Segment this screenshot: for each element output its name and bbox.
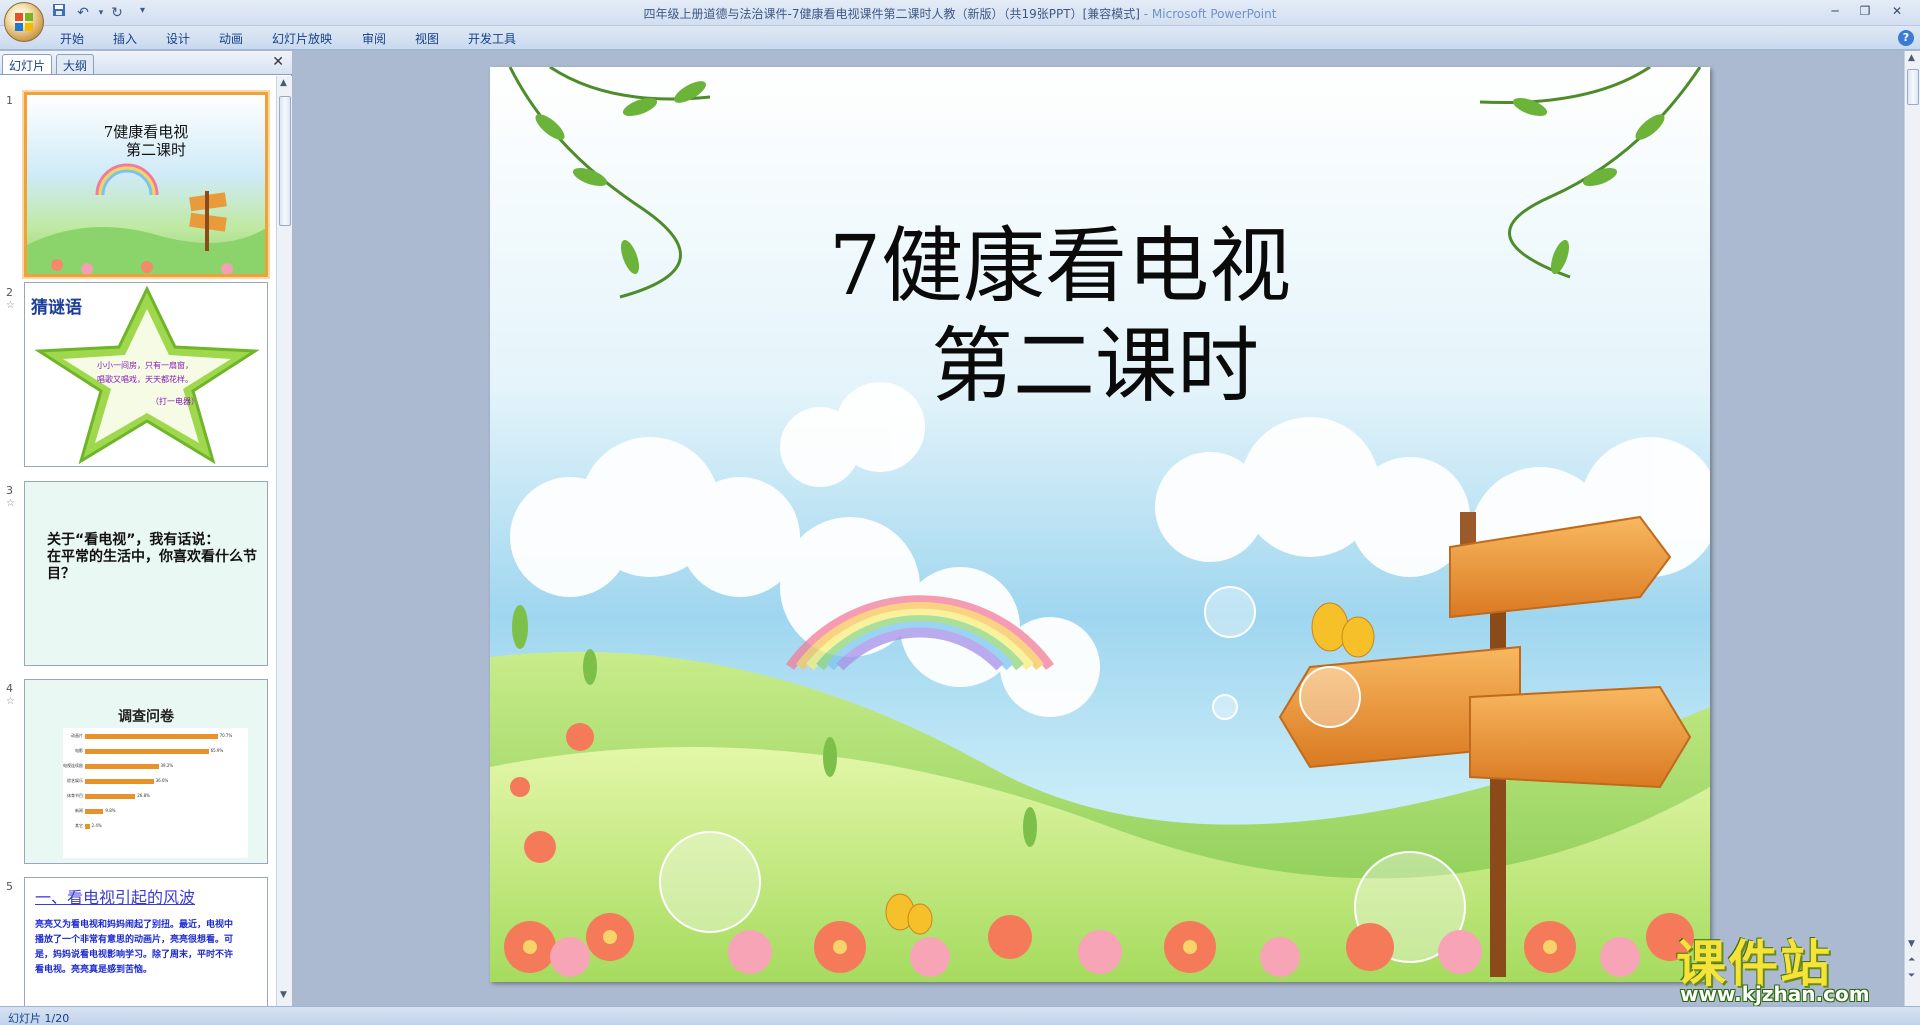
slide-number: 4 — [6, 682, 13, 695]
restore-icon[interactable]: ❐ — [1852, 2, 1878, 20]
chart-bar — [85, 734, 218, 739]
chart-bar — [85, 749, 209, 754]
tab-view[interactable]: 视图 — [415, 30, 439, 47]
chart-category-label: 动画片 — [71, 733, 83, 738]
slide-title-line2: 第二课时 — [930, 319, 1259, 414]
chart-category-label: 新闻 — [75, 808, 83, 813]
tab-slides[interactable]: 幻灯片 — [2, 54, 53, 74]
watermark-logo: 课件站 www.kjzhan.com — [1670, 924, 1910, 1008]
slide-title-line1: 7健康看电视 — [828, 219, 1292, 314]
office-button[interactable] — [4, 2, 44, 42]
chart-bar — [85, 824, 90, 829]
animation-star-icon: ☆ — [6, 696, 15, 707]
chart-data-label: 9.8% — [105, 808, 116, 813]
slide-thumbnail-3[interactable]: 关于“看电视”，我有话说： 在平常的生活中，你喜欢看什么节目？ — [24, 481, 268, 666]
chart-data-label: 36.6% — [155, 778, 169, 783]
slide-counter: 幻灯片 1/20 — [8, 1012, 70, 1025]
thumbnail-scrollbar[interactable]: ▲ ▼ — [276, 76, 292, 1006]
scroll-up-icon[interactable]: ▲ — [280, 78, 287, 88]
tab-insert[interactable]: 插入 — [113, 30, 137, 47]
document-name: 四年级上册道德与法治课件-7健康看电视课件第二课时人教（新版）（共19张PPT）… — [643, 7, 1140, 21]
slide-canvas[interactable]: 7健康看电视 第二课时 — [490, 67, 1710, 982]
tab-design[interactable]: 设计 — [166, 30, 190, 47]
office-logo-icon — [15, 13, 33, 31]
slide-thumbnail-5[interactable]: 一、看电视引起的风波 亮亮又为看电视和妈妈闹起了别扭。最近，电视中播放了一个非常… — [24, 877, 268, 1006]
tab-developer[interactable]: 开发工具 — [468, 30, 516, 47]
riddle-line2: 唱歌又唱戏，天天都花样。 — [97, 375, 193, 384]
thumbnail-text: 关于“看电视”，我有话说： 在平常的生活中，你喜欢看什么节目？ — [47, 532, 267, 583]
text-line1: 关于“看电视”，我有话说： — [47, 532, 220, 548]
status-bar: 幻灯片 1/20 — [0, 1006, 1920, 1025]
thumbnail-title: 调查问卷 — [118, 709, 174, 725]
tab-outline[interactable]: 大纲 — [56, 54, 95, 74]
scroll-thumb[interactable] — [1907, 69, 1919, 105]
main-scrollbar[interactable]: ▲ ▼ ⏶ ⏷ — [1904, 51, 1920, 1006]
slide-number: 1 — [6, 94, 13, 107]
chart-data-label: 26.8% — [137, 793, 150, 798]
slide-background-artwork — [490, 67, 1710, 982]
chart-category-label: 体育节目 — [67, 793, 83, 798]
slide-workspace: 7健康看电视 第二课时 — [293, 51, 1903, 1006]
thumbnail-title: 一、看电视引起的风波 — [35, 888, 196, 907]
slide-thumbnail-1[interactable]: 7健康看电视 第二课时 — [24, 92, 268, 277]
chart-category-label: 其它 — [75, 823, 83, 828]
tab-review[interactable]: 审阅 — [362, 30, 386, 47]
redo-icon[interactable]: ↻ — [106, 3, 128, 23]
scroll-thumb[interactable] — [279, 96, 291, 226]
text-line2: 在平常的生活中，你喜欢看什么节目？ — [47, 549, 257, 582]
thumbnail-riddle: 小小一间房，只有一扇窗， 唱歌又唱戏，天天都花样。 （打一电器） — [75, 359, 215, 409]
slide-thumbnail-4[interactable]: 调查问卷 动画片 70.7% 电影 65.9% 电视连续剧 39.2% 综艺娱乐 36.6% 体… — [24, 679, 268, 864]
tab-home[interactable]: 开始 — [60, 30, 84, 47]
chart-bar — [85, 764, 159, 769]
window-title: 四年级上册道德与法治课件-7健康看电视课件第二课时人教（新版）（共19张PPT）… — [420, 5, 1500, 22]
scroll-down-icon[interactable]: ▼ — [280, 990, 287, 1000]
minimize-icon[interactable]: ─ — [1822, 2, 1848, 20]
watermark-url: www.kjzhan.com — [1680, 982, 1870, 1006]
slide-number: 2 — [6, 286, 13, 299]
thumbnail-title-line1: 7健康看电视 — [103, 123, 189, 141]
tab-animations[interactable]: 动画 — [219, 30, 243, 47]
close-icon[interactable]: ✕ — [1884, 2, 1910, 20]
slides-pane: 幻灯片 大纲 ✕ 1 7健康看电视 第二课时 2 ☆ 猜谜语 小小一间房，只有一… — [0, 51, 292, 1006]
tab-slideshow[interactable]: 幻灯片放映 — [272, 30, 332, 47]
slide-thumbnail-2[interactable]: 猜谜语 小小一间房，只有一扇窗， 唱歌又唱戏，天天都花样。 （打一电器） — [24, 282, 268, 467]
thumbnail-title: 猜谜语 — [31, 298, 82, 318]
chart-data-label: 39.2% — [160, 763, 174, 768]
animation-star-icon: ☆ — [6, 300, 15, 311]
slide-title[interactable]: 7健康看电视 第二课时 — [740, 217, 1380, 417]
riddle-line1: 小小一间房，只有一扇窗， — [97, 361, 193, 370]
thumbnail-title-line2: 第二课时 — [125, 141, 186, 159]
chart-data-label: 65.9% — [210, 748, 224, 753]
animation-star-icon: ☆ — [6, 498, 15, 509]
pane-tabs: 幻灯片 大纲 ✕ — [0, 51, 292, 75]
chart-bar — [85, 779, 154, 784]
thumbnail-title: 7健康看电视 第二课时 — [27, 123, 265, 159]
survey-bar-chart: 动画片 70.7% 电影 65.9% 电视连续剧 39.2% 综艺娱乐 36.6% 体育节目 26… — [63, 728, 248, 858]
close-pane-icon[interactable]: ✕ — [272, 54, 284, 70]
ribbon-tab-bar: 开始 插入 设计 动画 幻灯片放映 审阅 视图 开发工具 ? — [0, 26, 1920, 50]
riddle-hint: （打一电器） — [151, 397, 199, 406]
customize-qat-icon[interactable]: ▾ — [140, 5, 145, 16]
scroll-up-icon[interactable]: ▲ — [1908, 53, 1915, 63]
app-name: - Microsoft PowerPoint — [1143, 7, 1277, 21]
slide-number: 3 — [6, 484, 13, 497]
title-bar: ↶ ▾ ↻ ▾ 四年级上册道德与法治课件-7健康看电视课件第二课时人教（新版）（… — [0, 0, 1920, 42]
help-icon[interactable]: ? — [1898, 30, 1914, 46]
chart-category-label: 电影 — [75, 748, 83, 753]
slide-number: 5 — [6, 880, 13, 893]
chart-data-label: 2.4% — [91, 823, 102, 828]
save-icon[interactable] — [48, 3, 70, 23]
chart-bar — [85, 809, 104, 814]
thumbnail-text: 亮亮又为看电视和妈妈闹起了别扭。最近，电视中播放了一个非常有意思的动画片，亮亮很… — [35, 920, 234, 975]
chart-category-label: 电视连续剧 — [63, 763, 83, 768]
chart-bar — [85, 794, 136, 799]
thumbnail-list: 1 7健康看电视 第二课时 2 ☆ 猜谜语 小小一间房，只有一扇窗， 唱歌又唱戏… — [0, 76, 292, 1006]
chart-category-label: 综艺娱乐 — [67, 778, 83, 783]
chart-data-label: 70.7% — [219, 733, 233, 738]
